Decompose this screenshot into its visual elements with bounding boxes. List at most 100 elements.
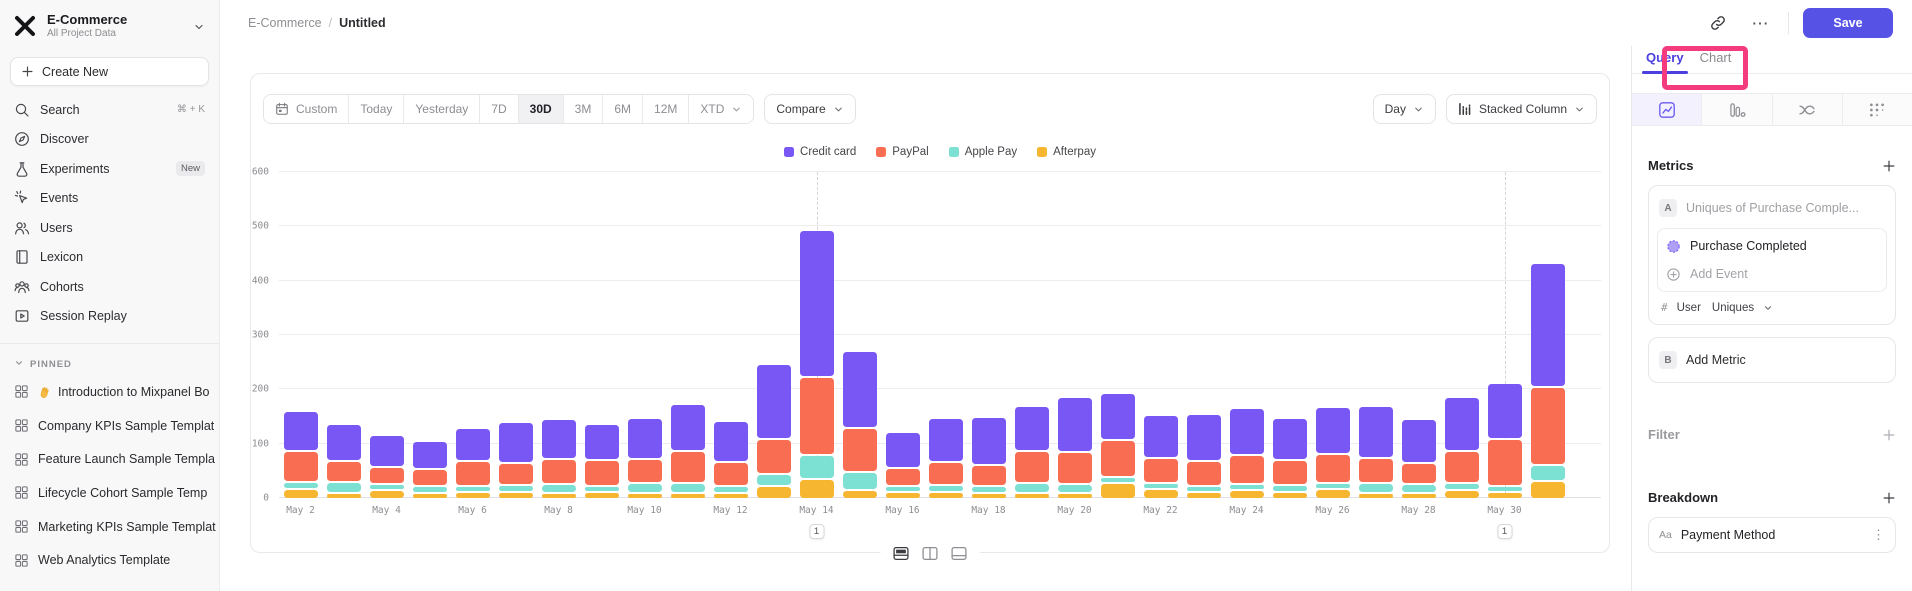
stacked-bar[interactable] (929, 419, 963, 498)
funnels-tab[interactable] (1702, 94, 1772, 125)
create-new-button[interactable]: Create New (10, 57, 209, 86)
metric-a-name-row[interactable]: A Uniques of Purchase Comple... (1657, 194, 1887, 222)
layout-chart-top-button[interactable] (893, 545, 910, 562)
measure-aggregation[interactable]: Uniques (1712, 302, 1754, 314)
sidebar-item-experiments[interactable]: ExperimentsNew (0, 154, 219, 184)
bar-segment-paypal (1015, 452, 1049, 482)
bar-segment-afterpay (585, 493, 619, 498)
breakdown-options-icon[interactable]: ⋮ (1872, 527, 1885, 543)
flows-tab[interactable] (1773, 94, 1843, 125)
stacked-bar[interactable] (1101, 394, 1135, 498)
sidebar-item-search[interactable]: Search⌘ + K (0, 95, 219, 125)
stacked-bar[interactable] (1445, 398, 1479, 498)
stacked-bar[interactable] (671, 405, 705, 498)
stacked-bar[interactable] (1187, 415, 1221, 498)
bar-segment-paypal (800, 378, 834, 454)
breadcrumb-project[interactable]: E-Commerce (248, 16, 322, 30)
tab-query[interactable]: Query (1638, 50, 1692, 73)
stacked-bar[interactable] (1230, 409, 1264, 498)
stacked-bar[interactable] (327, 425, 361, 498)
pinned-board-item[interactable]: Company KPIs Sample Templat (0, 409, 219, 443)
date-range-segmented-control: CustomTodayYesterday7D30D3M6M12MXTD (263, 94, 754, 124)
bar-segment-paypal (1316, 455, 1350, 482)
layout-split-vertical-button[interactable] (922, 545, 939, 562)
breakdown-item-card[interactable]: Aa Payment Method ⋮ (1648, 517, 1896, 553)
bar-slot (1096, 172, 1139, 498)
stacked-bar[interactable] (1058, 398, 1092, 498)
date-range-custom[interactable]: Custom (264, 95, 349, 123)
more-options-button[interactable]: ⋯ (1746, 9, 1774, 37)
date-range-3m[interactable]: 3M (564, 95, 604, 123)
pinned-board-item[interactable]: Introduction to Mixpanel Bo (0, 375, 219, 409)
date-range-6m[interactable]: 6M (603, 95, 643, 123)
layout-chart-bottom-button[interactable] (951, 545, 968, 562)
retention-tab[interactable] (1843, 94, 1912, 125)
stacked-bar[interactable] (886, 433, 920, 498)
annotation-badge[interactable]: 1 (1497, 524, 1512, 539)
stacked-bar[interactable] (1273, 419, 1307, 498)
pinned-section-header[interactable]: PINNED (0, 344, 219, 375)
sidebar-item-lexicon[interactable]: Lexicon (0, 243, 219, 273)
legend-item[interactable]: PayPal (876, 146, 928, 158)
stacked-bar[interactable] (499, 423, 533, 498)
event-row[interactable]: Purchase Completed (1666, 232, 1878, 260)
compare-button[interactable]: Compare (764, 94, 855, 124)
breadcrumb-report-title[interactable]: Untitled (339, 16, 386, 30)
stacked-bar[interactable] (843, 352, 877, 498)
sidebar-item-session-replay[interactable]: Session Replay (0, 302, 219, 332)
date-range-30d[interactable]: 30D (519, 95, 564, 123)
cohorts-icon (14, 279, 30, 295)
stacked-bar[interactable] (1316, 408, 1350, 498)
date-range-7d[interactable]: 7D (480, 95, 518, 123)
sidebar-item-events[interactable]: Events (0, 184, 219, 214)
sidebar-item-discover[interactable]: Discover (0, 125, 219, 155)
date-range-xtd[interactable]: XTD (689, 95, 753, 123)
legend-item[interactable]: Afterpay (1037, 146, 1096, 158)
bar-slot (1010, 172, 1053, 498)
stacked-bar[interactable] (1488, 384, 1522, 498)
bar-segment-apple-pay (671, 484, 705, 492)
date-range-yesterday[interactable]: Yesterday (404, 95, 480, 123)
stacked-bar[interactable] (1359, 407, 1393, 498)
stacked-bar[interactable] (800, 231, 834, 498)
stacked-bar[interactable] (585, 425, 619, 498)
add-breakdown-plus-button[interactable] (1882, 491, 1896, 505)
pinned-board-item[interactable]: Lifecycle Cohort Sample Temp (0, 476, 219, 510)
stacked-bar[interactable] (1531, 264, 1565, 498)
stacked-bar[interactable] (1015, 407, 1049, 498)
date-range-today[interactable]: Today (349, 95, 404, 123)
stacked-bar[interactable] (284, 412, 318, 498)
bar-segment-apple-pay (1058, 485, 1092, 492)
stacked-bar[interactable] (542, 420, 576, 498)
stacked-bar[interactable] (714, 422, 748, 498)
save-button[interactable]: Save (1803, 8, 1893, 38)
chart-type-button[interactable]: Stacked Column (1446, 94, 1597, 124)
sidebar-item-users[interactable]: Users (0, 213, 219, 243)
insights-tab[interactable] (1632, 94, 1702, 125)
stacked-bar[interactable] (1144, 416, 1178, 498)
stacked-bar[interactable] (370, 436, 404, 498)
legend-item[interactable]: Apple Pay (949, 146, 1017, 158)
legend-item[interactable]: Credit card (784, 146, 856, 158)
pinned-board-item[interactable]: Web Analytics Template (0, 543, 219, 577)
stacked-bar[interactable] (628, 419, 662, 498)
stacked-bar[interactable] (972, 418, 1006, 498)
pinned-board-item[interactable]: Feature Launch Sample Templa (0, 442, 219, 476)
project-switcher[interactable]: E-Commerce All Project Data (0, 0, 219, 49)
measure-entity[interactable]: User (1677, 302, 1701, 314)
pinned-board-item[interactable]: Marketing KPIs Sample Templat (0, 510, 219, 544)
tab-chart[interactable]: Chart (1692, 50, 1740, 73)
stacked-bar[interactable] (757, 365, 791, 498)
stacked-bar[interactable] (1402, 420, 1436, 498)
stacked-bar[interactable] (456, 429, 490, 498)
granularity-button[interactable]: Day (1373, 94, 1436, 124)
add-event-row[interactable]: Add Event (1666, 260, 1878, 288)
sidebar-item-cohorts[interactable]: Cohorts (0, 272, 219, 302)
metric-b-card[interactable]: B Add Metric (1648, 337, 1896, 383)
add-filter-plus-button[interactable] (1882, 428, 1896, 442)
date-range-12m[interactable]: 12M (643, 95, 689, 123)
annotation-badge[interactable]: 1 (809, 524, 824, 539)
copy-link-button[interactable] (1704, 9, 1732, 37)
add-metric-plus-button[interactable] (1882, 159, 1896, 173)
stacked-bar[interactable] (413, 442, 447, 498)
